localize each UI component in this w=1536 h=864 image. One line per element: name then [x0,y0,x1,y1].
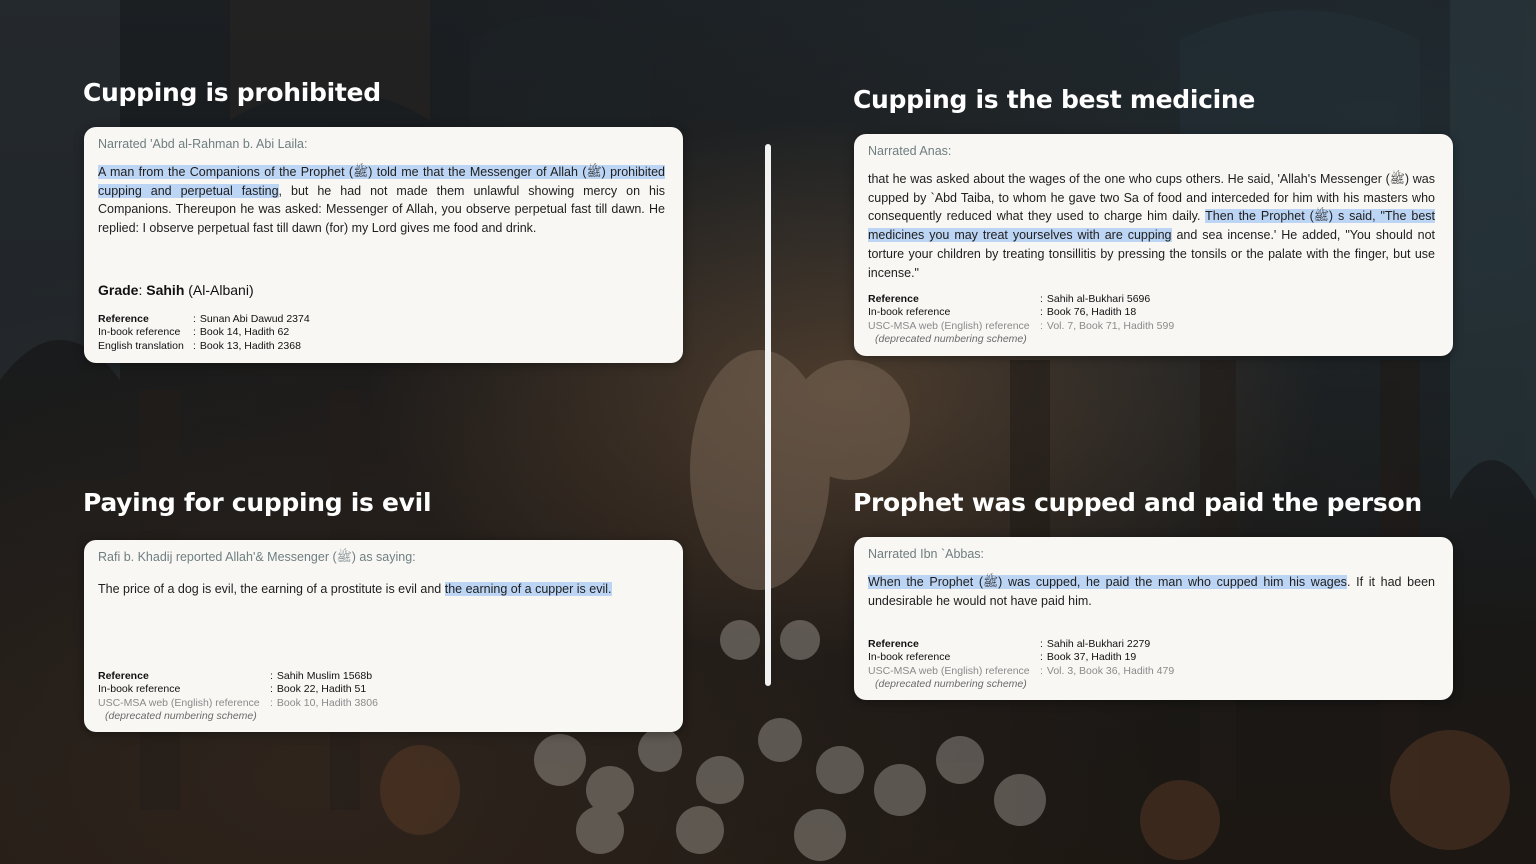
grade-line: Grade: Sahih (Al-Albani) [98,282,254,298]
reference-value: Book 76, Hadith 18 [1046,306,1137,319]
reference-key: In-book reference [98,683,181,696]
deprecated-note: (deprecated numbering scheme) [105,710,257,723]
reference-key: Reference [98,313,149,325]
reference-value: Vol. 7, Book 71, Hadith 599 [1046,319,1175,332]
reference-row: Reference: Sahih Muslim 1568b [98,670,373,682]
narrator-line: Narrated 'Abd al-Rahman b. Abi Laila: [98,137,308,151]
grade-value: Sahih [146,282,185,298]
reference-key: USC-MSA web (English) reference [98,696,260,709]
reference-row: In-book reference: Book 37, Hadith 19 [868,651,1137,664]
reference-value: Book 22, Hadith 51 [276,683,367,696]
reference-key: English translation [98,339,184,352]
grade-source: (Al-Albani) [188,282,254,298]
narrator-line: Narrated Anas: [868,144,952,158]
hadith-text: When the Prophet (ﷺ) was cupped, he paid… [868,573,1435,610]
reference-key: Reference [868,638,919,650]
reference-row: Reference: Sahih al-Bukhari 5696 [868,293,1151,305]
section-title-cupping-prohibited: Cupping is prohibited [83,78,381,107]
reference-value: Book 37, Hadith 19 [1046,651,1137,664]
reference-row: USC-MSA web (English) reference: Book 10,… [98,696,378,709]
center-divider [765,144,771,686]
reference-value: Book 13, Hadith 2368 [199,339,301,352]
section-title-best-medicine: Cupping is the best medicine [853,85,1256,114]
reference-row: English translation: Book 13, Hadith 2368 [98,339,301,352]
section-title-paying-evil: Paying for cupping is evil [83,488,432,517]
hadith-text-pre: The price of a dog is evil, the earning … [98,582,445,596]
highlighted-text: When the Prophet (ﷺ) was cupped, he paid… [868,575,1347,589]
reference-key: In-book reference [98,326,181,339]
reference-key: In-book reference [868,306,951,319]
reference-key: USC-MSA web (English) reference [868,664,1030,677]
reference-key: USC-MSA web (English) reference [868,319,1030,332]
section-title-prophet-cupped: Prophet was cupped and paid the person [853,488,1422,517]
reference-row: Reference: Sunan Abi Dawud 2374 [98,313,310,325]
reference-value: Book 10, Hadith 3806 [276,696,378,709]
grade-label: Grade [98,282,139,298]
reference-key: Reference [868,293,919,305]
reference-table: Reference: Sahih al-Bukhari 2279 In-book … [868,638,1174,692]
reference-row: USC-MSA web (English) reference: Vol. 3, … [868,664,1175,677]
reference-value: Book 14, Hadith 62 [199,326,290,339]
reference-key: In-book reference [868,651,951,664]
highlighted-text: the earning of a cupper is evil. [444,582,612,596]
narrator-line: Narrated Ibn `Abbas: [868,547,985,561]
reference-table: Reference: Sahih Muslim 1568b In-book ref… [98,670,378,724]
narrator-line: Rafi b. Khadij reported Allah'& Messenge… [98,550,416,564]
reference-table: Reference: Sahih al-Bukhari 5696 In-book … [868,293,1174,347]
reference-value: Sahih al-Bukhari 2279 [1046,638,1151,650]
reference-row: Reference: Sahih al-Bukhari 2279 [868,638,1151,650]
reference-value: Sahih al-Bukhari 5696 [1046,293,1151,305]
hadith-text: that he was asked about the wages of the… [868,170,1436,282]
reference-key: Reference [98,670,149,682]
hadith-card-paying-evil: Rafi b. Khadij reported Allah'& Messenge… [84,540,683,732]
reference-row: USC-MSA web (English) reference: Vol. 7, … [868,319,1175,332]
reference-row: In-book reference: Book 22, Hadith 51 [98,683,367,696]
hadith-card-prohibited: Narrated 'Abd al-Rahman b. Abi Laila: A … [84,127,683,363]
hadith-text: The price of a dog is evil, the earning … [98,580,665,599]
deprecated-note: (deprecated numbering scheme) [875,678,1027,691]
reference-value: Sahih Muslim 1568b [276,670,373,682]
hadith-card-best-medicine: Narrated Anas: that he was asked about t… [854,134,1453,356]
hadith-text: A man from the Companions of the Prophet… [98,163,665,238]
reference-row: In-book reference: Book 76, Hadith 18 [868,306,1137,319]
reference-value: Sunan Abi Dawud 2374 [199,313,310,325]
hadith-card-prophet-cupped: Narrated Ibn `Abbas: When the Prophet (ﷺ… [854,537,1453,700]
reference-table: Reference: Sunan Abi Dawud 2374 In-book r… [98,313,310,353]
reference-value: Vol. 3, Book 36, Hadith 479 [1046,664,1175,677]
reference-row: In-book reference: Book 14, Hadith 62 [98,326,290,339]
deprecated-note: (deprecated numbering scheme) [875,333,1027,346]
